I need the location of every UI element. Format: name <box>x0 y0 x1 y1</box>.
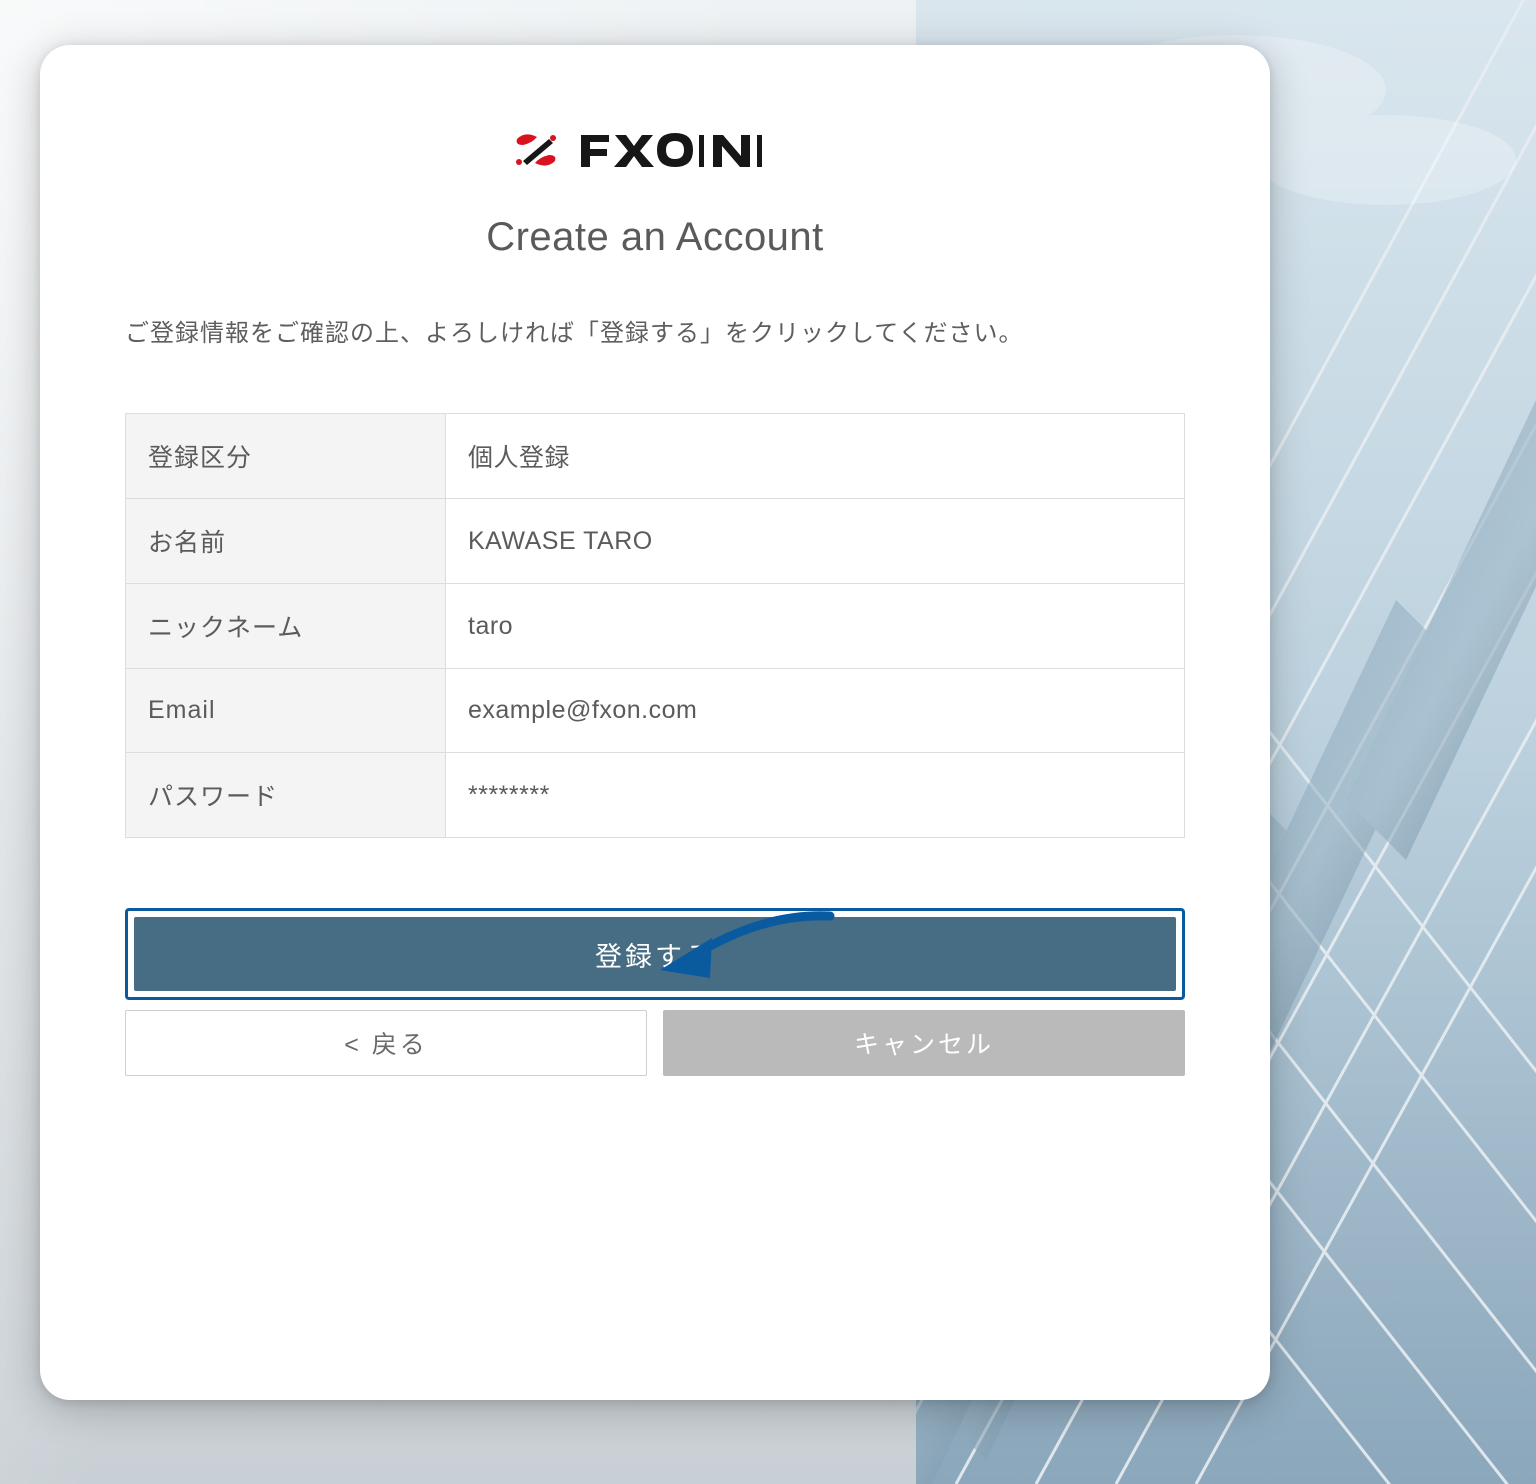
submit-button[interactable]: 登録する <box>134 917 1176 991</box>
page-title: Create an Account <box>125 215 1185 260</box>
instructions-text: ご登録情報をご確認の上、よろしければ「登録する」をクリックしてください。 <box>125 315 1185 353</box>
field-value: KAWASE TARO <box>446 499 1185 584</box>
table-row: ニックネーム taro <box>126 584 1185 669</box>
field-label: Email <box>126 669 446 753</box>
field-label: ニックネーム <box>126 584 446 669</box>
table-row: 登録区分 個人登録 <box>126 414 1185 499</box>
brand-logo <box>125 125 1185 175</box>
table-row: Email example@fxon.com <box>126 669 1185 753</box>
signup-card: Create an Account ご登録情報をご確認の上、よろしければ「登録す… <box>40 45 1270 1400</box>
field-label: 登録区分 <box>126 414 446 499</box>
field-value: example@fxon.com <box>446 669 1185 753</box>
field-value: taro <box>446 584 1185 669</box>
field-label: パスワード <box>126 753 446 838</box>
table-row: お名前 KAWASE TARO <box>126 499 1185 584</box>
table-row: パスワード ******** <box>126 753 1185 838</box>
registration-summary-table: 登録区分 個人登録 お名前 KAWASE TARO ニックネーム taro Em… <box>125 413 1185 838</box>
field-label: お名前 <box>126 499 446 584</box>
field-value: 個人登録 <box>446 414 1185 499</box>
cancel-button[interactable]: キャンセル <box>663 1010 1185 1076</box>
back-button[interactable]: < 戻る <box>125 1010 647 1076</box>
submit-highlight: 登録する <box>125 908 1185 1000</box>
field-value: ******** <box>446 753 1185 838</box>
